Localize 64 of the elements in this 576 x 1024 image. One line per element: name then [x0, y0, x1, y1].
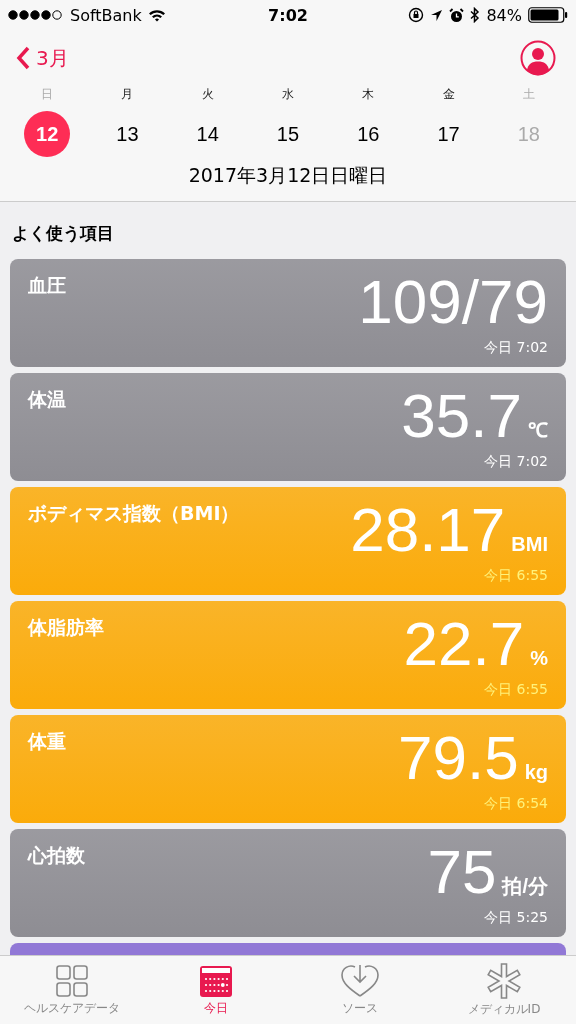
date-button[interactable]: 12	[24, 111, 71, 157]
metric-card[interactable]: 体温 35.7℃ 今日 7:02	[10, 373, 566, 481]
profile-icon[interactable]	[520, 40, 556, 76]
date-button[interactable]: 13	[104, 111, 151, 157]
metric-card[interactable]: 心拍数 75 拍/分 今日 5:25	[10, 829, 566, 937]
location-arrow-icon	[430, 8, 444, 22]
weekday-label: 日	[41, 86, 54, 103]
battery-icon	[528, 7, 568, 23]
back-button[interactable]: 3月	[16, 44, 69, 72]
tab-bar-item[interactable]: ソース	[288, 956, 432, 1024]
metric-title: 血圧	[28, 273, 66, 298]
metric-card[interactable]: 体脂肪率 22.7% 今日 6:55	[10, 601, 566, 709]
metric-unit: ℃	[528, 418, 548, 443]
calendar-icon	[199, 963, 233, 998]
weekday-label: 土	[522, 86, 535, 103]
weekday-label: 火	[201, 86, 214, 103]
metric-unit: BMI	[511, 533, 548, 556]
grid-icon	[55, 963, 89, 998]
metric-value: 109/79	[358, 269, 548, 335]
metric-time: 今日 7:02	[483, 453, 548, 471]
battery-percentage: 84%	[486, 5, 522, 25]
metric-title: ボディマス指数（BMI）	[28, 501, 240, 526]
weekday-label: 月	[121, 86, 134, 103]
metric-value: 75	[427, 839, 497, 905]
metric-time: 今日 6:55	[483, 567, 548, 585]
weekday-label: 金	[442, 86, 455, 103]
metric-time: 今日 6:55	[483, 681, 548, 699]
metric-value: 28.17	[350, 497, 506, 563]
metric-card[interactable]: ボディマス指数（BMI） 28.17 BMI 今日 6:55	[10, 487, 566, 595]
date-button[interactable]: 15	[265, 111, 311, 157]
tab-bar-item[interactable]: ヘルスケアデータ	[0, 956, 144, 1024]
signal-icon	[8, 10, 64, 20]
metric-title: 体脂肪率	[28, 615, 104, 640]
asterisk-icon	[486, 962, 522, 999]
date-button[interactable]: 16	[345, 111, 392, 157]
weekday-label: 水	[282, 86, 294, 103]
metric-value: 79.5	[398, 725, 519, 791]
alarm-clock-icon	[449, 7, 465, 23]
wifi-icon	[147, 8, 166, 22]
metric-time: 今日 7:02	[483, 339, 548, 357]
metric-unit: kg	[524, 761, 548, 784]
metric-title: 体温	[28, 387, 66, 412]
tab-bar-item[interactable]: 今日	[144, 956, 288, 1024]
tab-bar-item[interactable]: メディカルID	[432, 956, 576, 1024]
date-button[interactable]: 17	[425, 111, 472, 157]
metric-time: 今日 5:25	[483, 909, 548, 927]
metric-value: 35.7	[401, 383, 522, 449]
weekday-label: 木	[362, 86, 375, 103]
metric-card[interactable]: 血圧 109/79 今日 7:02	[10, 259, 566, 367]
carrier-name: SoftBank	[70, 5, 142, 25]
metric-value: 22.7	[403, 611, 525, 677]
metric-unit: 拍/分	[502, 874, 548, 899]
bluetooth-icon	[470, 7, 481, 23]
metric-title: 体重	[28, 729, 66, 754]
date-button[interactable]: 14	[184, 111, 231, 157]
metric-time: 今日 6:54	[483, 795, 548, 813]
clock-time: 7:02	[268, 5, 308, 25]
metric-unit: %	[530, 647, 548, 670]
chevron-left-icon	[16, 46, 30, 70]
section-heading: よく使う項目	[11, 222, 115, 245]
metric-title: 心拍数	[28, 843, 85, 868]
rotation-lock-icon	[408, 7, 425, 23]
metric-card[interactable]: 体重 79.5 kg 今日 6:54	[10, 715, 566, 823]
heart-download-icon	[340, 963, 380, 998]
